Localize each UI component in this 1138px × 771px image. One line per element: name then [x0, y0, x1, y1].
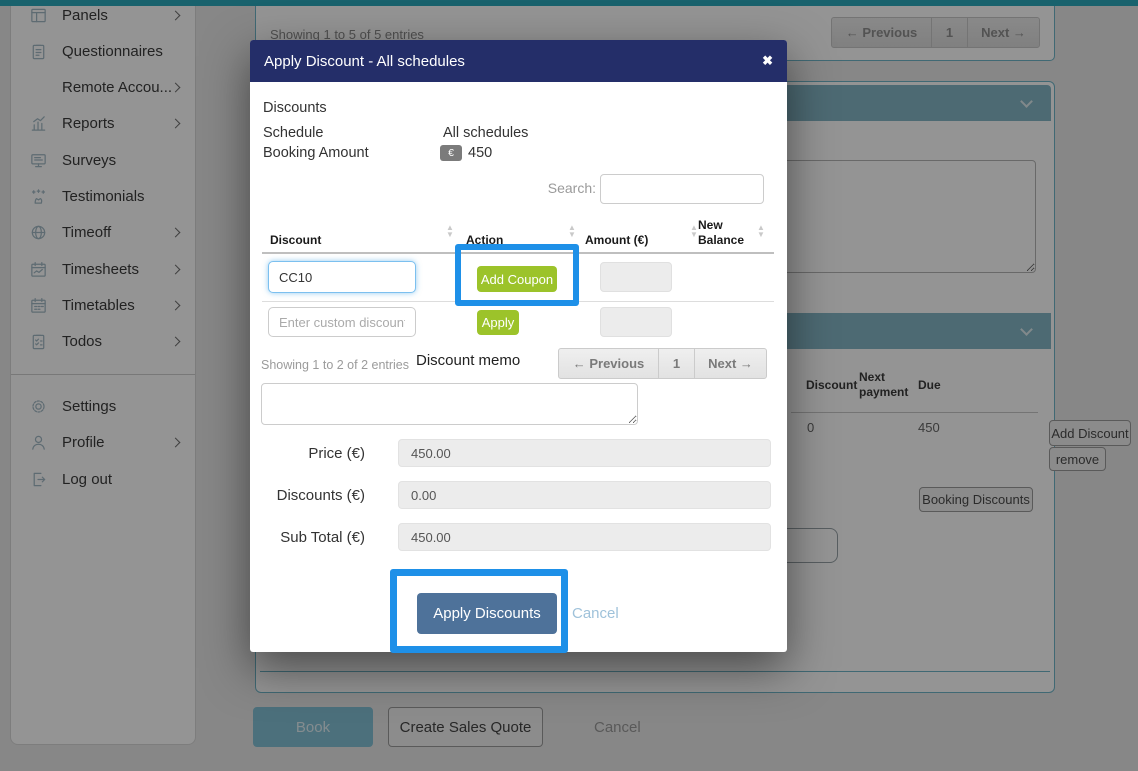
column-header-amount[interactable]: Amount (€)	[585, 233, 648, 248]
price-label: Price (€)	[250, 445, 365, 462]
modal-cancel-link[interactable]: Cancel	[572, 605, 619, 622]
column-header-action[interactable]: Action	[466, 233, 503, 248]
search-input[interactable]	[600, 174, 764, 204]
add-coupon-button[interactable]: Add Coupon	[477, 266, 557, 292]
schedule-label: Schedule	[263, 125, 323, 141]
booking-amount-value: 450	[468, 145, 492, 161]
sort-icon[interactable]	[690, 225, 698, 238]
sort-icon[interactable]	[446, 225, 454, 238]
column-header-new-balance[interactable]: New Balance	[698, 218, 750, 248]
currency-euro-badge: €	[440, 145, 462, 161]
page: PanelsQuestionnairesRemote Accou...Repor…	[0, 0, 1138, 771]
column-header-discount[interactable]: Discount	[270, 233, 321, 248]
amount-input-disabled	[600, 307, 672, 337]
modal-header: Apply Discount - All schedules ✖	[250, 40, 787, 82]
subtotal-value-field: 450.00	[398, 523, 771, 551]
apply-discount-modal: Apply Discount - All schedules ✖ Discoun…	[250, 40, 787, 652]
schedule-value: All schedules	[443, 125, 528, 141]
modal-pagination: ← Previous 1 Next →	[558, 348, 767, 379]
close-icon[interactable]: ✖	[762, 53, 773, 69]
discounts-value-field: 0.00	[398, 481, 771, 509]
amount-input-disabled	[600, 262, 672, 292]
apply-discounts-button[interactable]: Apply Discounts	[417, 593, 557, 634]
previous-page-button[interactable]: ← Previous	[558, 348, 659, 379]
page-number-button[interactable]: 1	[658, 348, 695, 379]
modal-title: Apply Discount - All schedules	[264, 53, 465, 70]
sort-icon[interactable]	[568, 225, 576, 238]
next-page-button[interactable]: Next →	[694, 348, 767, 379]
booking-amount-label: Booking Amount	[263, 145, 369, 161]
discount-memo-label: Discount memo	[416, 352, 520, 369]
apply-custom-discount-button[interactable]: Apply	[477, 310, 519, 335]
coupon-code-input[interactable]	[268, 261, 416, 293]
discounts-section-label: Discounts	[263, 100, 327, 116]
row-divider	[262, 301, 774, 302]
table-header-divider	[262, 252, 774, 254]
sort-icon[interactable]	[757, 225, 765, 238]
search-label: Search:	[542, 180, 596, 196]
discount-memo-textarea[interactable]	[261, 383, 638, 425]
showing-entries-text: Showing 1 to 2 of 2 entries	[261, 358, 409, 372]
discounts-label: Discounts (€)	[250, 487, 365, 504]
price-value-field: 450.00	[398, 439, 771, 467]
custom-discount-input[interactable]	[268, 307, 416, 337]
subtotal-label: Sub Total (€)	[250, 529, 365, 546]
